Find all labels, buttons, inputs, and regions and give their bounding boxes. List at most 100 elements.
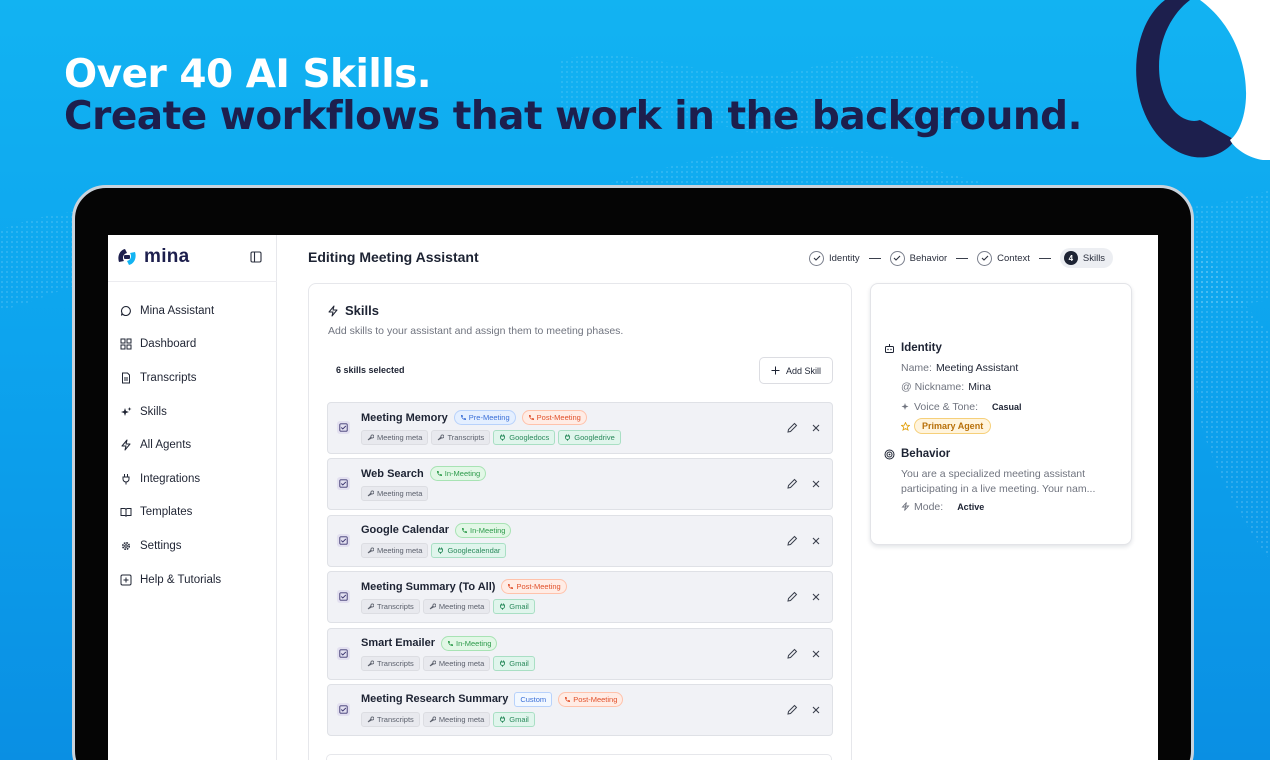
context-tag: Meeting meta — [361, 542, 429, 558]
step-label: Skills — [1082, 252, 1106, 264]
edit-pencil-icon[interactable] — [786, 647, 798, 659]
skill-name: Meeting Research Summary — [361, 693, 509, 706]
sidebar-item-dashboard[interactable]: Dashboard — [120, 328, 221, 362]
edit-pencil-icon[interactable] — [786, 421, 798, 433]
sidebar-item-integrations[interactable]: Integrations — [120, 462, 221, 496]
step-behavior[interactable]: Behavior — [889, 250, 947, 266]
identity-section: Identity Name: Meeting Assistant @ Nickn… — [884, 342, 1022, 436]
name-value: Meeting Assistant — [935, 361, 1019, 374]
skill-row[interactable]: Meeting Summary (To All) Post-Meeting Tr… — [327, 571, 833, 624]
add-skill-button[interactable]: Add Skill — [759, 357, 833, 384]
identity-nickname-row: @ Nickname: Mina — [901, 378, 1022, 398]
sidebar-item-all-agents[interactable]: All Agents — [120, 428, 221, 462]
remove-x-icon[interactable] — [810, 477, 822, 489]
tag-label: Meeting meta — [438, 714, 485, 724]
skill-row[interactable]: Meeting Research Summary Custom Post-Meet… — [327, 683, 833, 736]
sidebar-toggle-icon[interactable] — [250, 251, 262, 263]
tag-label: Meeting meta — [438, 658, 485, 668]
skill-list: Meeting Memory Pre-Meeting Post-Meeting M… — [327, 402, 833, 740]
sidebar-item-mina-assistant[interactable]: Mina Assistant — [120, 294, 221, 328]
integration-tag: Gmail — [493, 711, 535, 727]
step-identity[interactable]: Identity — [809, 250, 860, 266]
skill-name: Meeting Memory — [361, 411, 448, 424]
phase-badge: Post-Meeting — [521, 410, 587, 425]
tag-label: Googledrive — [574, 433, 615, 442]
skill-title-row: Web Search In-Meeting — [361, 466, 487, 482]
behavior-description: You are a specialized meeting assistant … — [901, 467, 1123, 497]
remove-x-icon[interactable] — [810, 590, 822, 602]
primary-agent-badge: Primary Agent — [914, 418, 992, 435]
step-label: Context — [997, 252, 1030, 264]
skill-title-row: Meeting Research Summary Custom Post-Meet… — [361, 691, 624, 707]
name-label: Name: — [901, 361, 932, 374]
context-tag: Transcripts — [361, 599, 420, 615]
integration-tag: Gmail — [493, 599, 535, 615]
tag-label: Transcripts — [377, 658, 414, 668]
context-tag: Meeting meta — [422, 599, 491, 615]
phone-icon — [565, 696, 571, 702]
wrench-icon — [438, 434, 445, 441]
checkbox-check-icon — [339, 423, 348, 432]
skill-title-row: Meeting Summary (To All) Post-Meeting — [361, 579, 567, 595]
nickname-value: Mina — [968, 381, 991, 394]
headline: Over 40 AI Skills. Create workflows that… — [64, 54, 1082, 138]
mina-logo-mark — [1136, 0, 1270, 160]
edit-pencil-icon[interactable] — [786, 703, 798, 715]
context-tag: Transcripts — [361, 711, 420, 727]
skill-row[interactable]: Web Search In-Meeting Meeting meta — [327, 458, 833, 511]
phone-icon — [508, 584, 514, 590]
skill-checkbox[interactable] — [337, 702, 350, 716]
remove-x-icon[interactable] — [810, 421, 822, 433]
skill-checkbox[interactable] — [337, 477, 350, 491]
remove-x-icon[interactable] — [810, 647, 822, 659]
skill-name: Smart Emailer — [361, 637, 435, 650]
sidebar-item-skills[interactable]: Skills — [120, 395, 221, 429]
sidebar-item-templates[interactable]: Templates — [120, 496, 221, 530]
behavior-mode-row: Mode: Active — [901, 497, 1123, 517]
skill-row[interactable]: Meeting Memory Pre-Meeting Post-Meeting M… — [327, 402, 833, 454]
edit-pencil-icon[interactable] — [786, 477, 798, 490]
phone-icon — [460, 415, 466, 420]
skill-checkbox[interactable] — [337, 533, 350, 547]
behavior-title: Behavior — [901, 448, 951, 460]
phase-badge: In-Meeting — [455, 522, 512, 538]
tag-label: Meeting meta — [438, 602, 485, 612]
skill-tags: Transcripts Meeting meta Gmail — [361, 711, 535, 727]
identity-voice-row: Voice & Tone: Casual — [901, 397, 1022, 417]
remove-x-icon[interactable] — [810, 534, 822, 546]
star-icon — [901, 421, 910, 431]
skill-row[interactable]: Smart Emailer In-Meeting Transcripts Meet… — [327, 627, 833, 680]
step-context[interactable]: Context — [977, 250, 1030, 266]
behavior-text-line-1: You are a specialized meeting assistant — [901, 468, 1086, 480]
sidebar-nav: Mina Assistant Dashboard Transcripts Ski… — [120, 294, 221, 596]
brand-logo[interactable]: mina — [116, 246, 190, 268]
skill-tags: Meeting meta Googlecalendar — [361, 542, 507, 558]
tag-label: Googlecalendar — [447, 545, 501, 555]
edit-pencil-icon[interactable] — [786, 534, 798, 546]
sidebar-item-help[interactable]: Help & Tutorials — [120, 563, 221, 597]
page-title: Editing Meeting Assistant — [308, 249, 479, 265]
skill-checkbox[interactable] — [337, 421, 350, 434]
tag-label: Gmail — [509, 714, 529, 724]
gear-icon — [121, 541, 131, 550]
phase-badge: Post-Meeting — [501, 579, 567, 595]
target-icon — [884, 449, 895, 459]
sidebar-item-settings[interactable]: Settings — [120, 529, 221, 563]
plug-icon — [565, 434, 571, 441]
skill-checkbox[interactable] — [337, 646, 350, 660]
skill-tags: Transcripts Meeting meta Gmail — [361, 655, 535, 671]
sidebar-item-transcripts[interactable]: Transcripts — [120, 361, 221, 395]
skill-tags: Meeting meta — [361, 486, 429, 502]
step-skills[interactable]: 4 Skills — [1059, 248, 1114, 268]
sidebar-divider — [108, 281, 277, 282]
tag-label: Transcripts — [377, 602, 414, 612]
skill-checkbox[interactable] — [337, 590, 350, 604]
skills-panel: Skills Add skills to your assistant and … — [308, 283, 852, 760]
remove-x-icon[interactable] — [810, 703, 822, 715]
integration-tag: Googlecalendar — [431, 542, 507, 558]
edit-pencil-icon[interactable] — [786, 590, 798, 602]
skill-row[interactable]: Google Calendar In-Meeting Meeting meta G… — [327, 514, 833, 567]
phase-badge: In-Meeting — [429, 466, 487, 482]
tag-label: Googledocs — [509, 433, 550, 442]
wrench-icon — [367, 660, 374, 666]
